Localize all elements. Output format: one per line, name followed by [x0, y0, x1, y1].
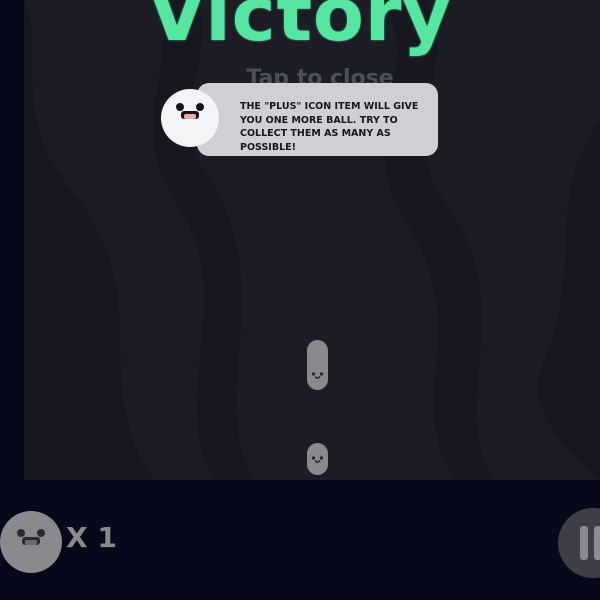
smiling-ball-mascot-icon [161, 89, 219, 147]
game-ball [307, 443, 328, 475]
ball-count: X 1 [66, 521, 117, 554]
victory-title: Victory [148, 0, 452, 58]
ball-face-icon [0, 511, 62, 573]
bottom-hud: X 1 [0, 480, 600, 600]
ball-face-icon [311, 372, 324, 379]
pause-button[interactable] [558, 508, 600, 578]
tip-text: THE "PLUS" ICON ITEM WILL GIVE YOU ONE M… [240, 101, 419, 153]
ball-face-icon [311, 456, 324, 463]
tip-speech-bubble[interactable]: THE "PLUS" ICON ITEM WILL GIVE YOU ONE M… [197, 83, 438, 156]
game-ball [307, 340, 328, 390]
